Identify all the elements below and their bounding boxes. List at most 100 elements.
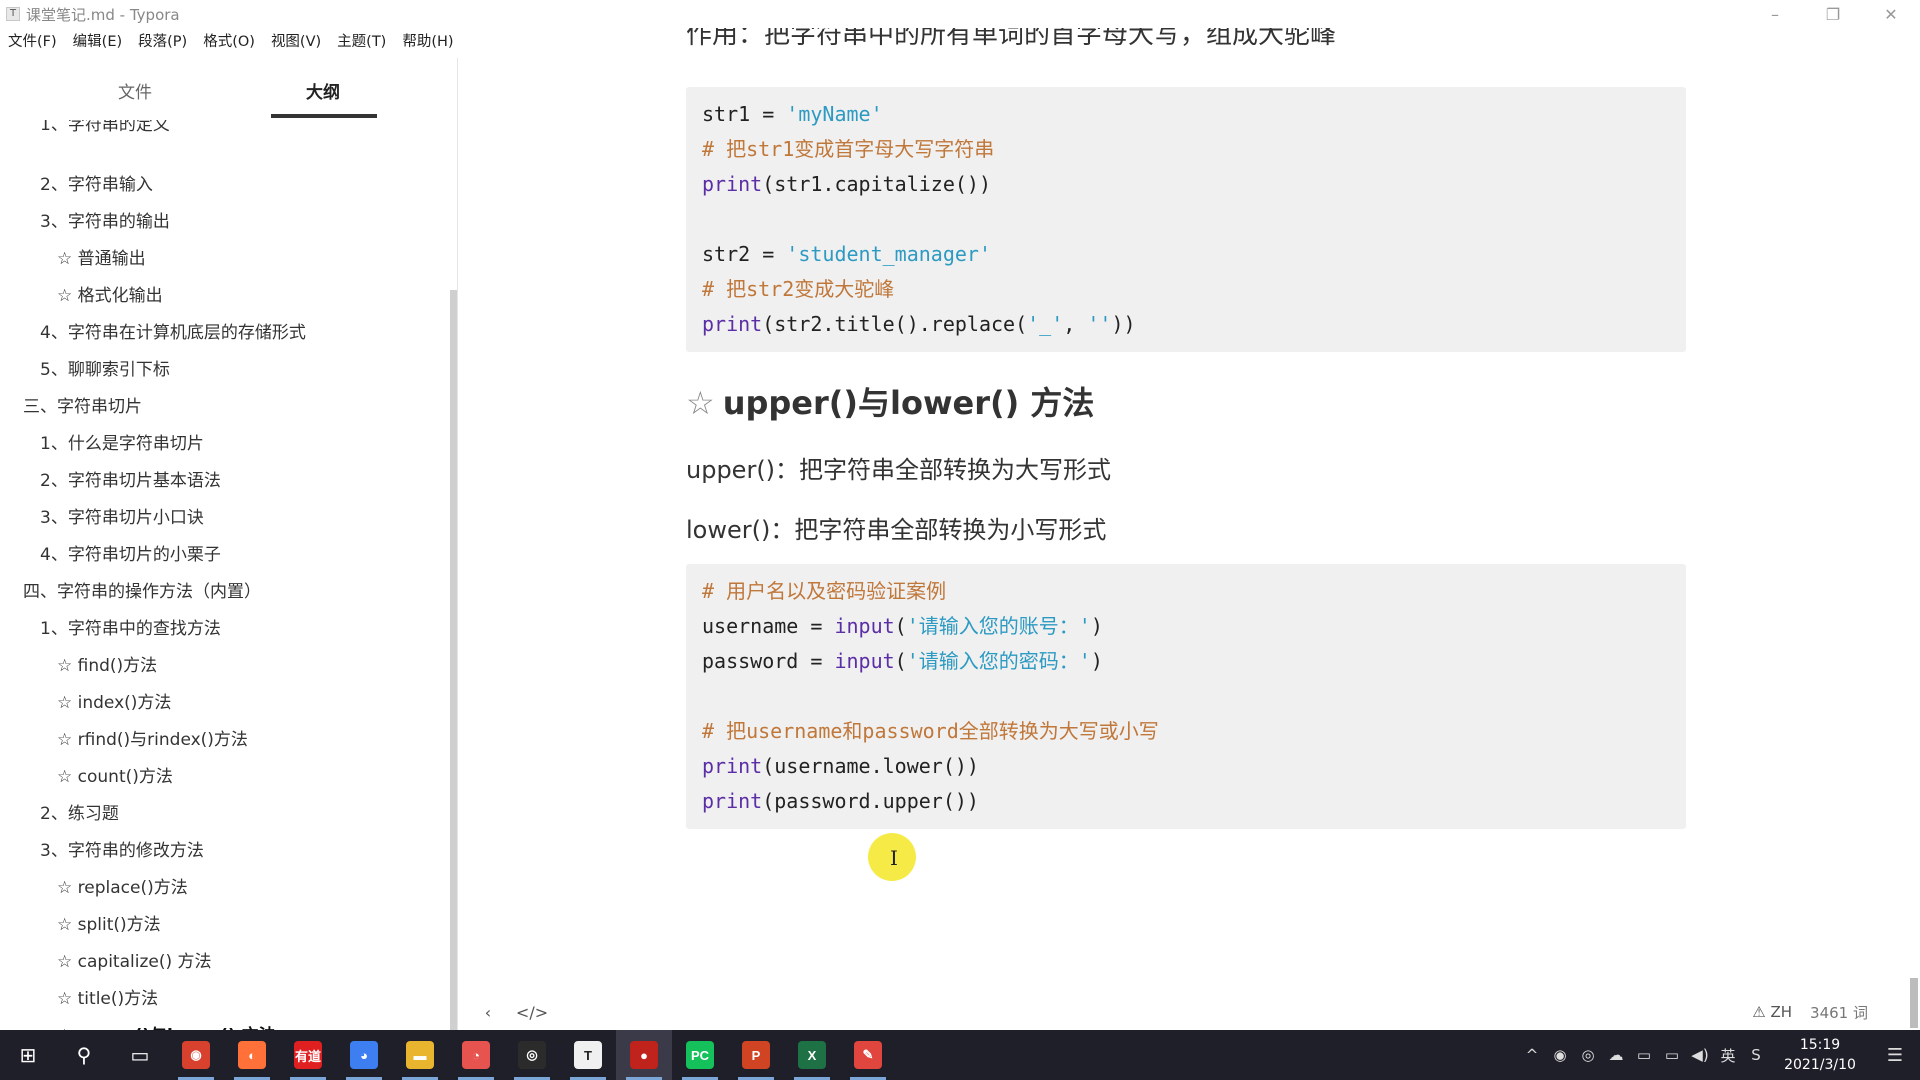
outline-item[interactable]: ☆ capitalize() 方法 [57, 947, 212, 972]
outline-item[interactable]: ☆ title()方法 [57, 984, 158, 1009]
taskbar-app-notes-button[interactable]: ✎ [840, 1030, 896, 1080]
outline-item[interactable]: 1、字符串中的查找方法 [40, 614, 221, 639]
window-title: 课堂笔记.md - Typora [26, 5, 180, 24]
tray-icon[interactable]: S [1742, 1030, 1770, 1080]
source-code-mode-button[interactable]: </> [516, 996, 548, 1028]
code-token: password = [702, 649, 835, 673]
taskbar-firefox-button[interactable]: ◐ [224, 1030, 280, 1080]
menu-bar: 文件(F) 编辑(E) 段落(P) 格式(O) 视图(V) 主题(T) 帮助(H… [0, 30, 462, 54]
star-icon: ☆ [686, 384, 715, 422]
outline-item[interactable]: ☆ index()方法 [57, 688, 171, 713]
taskbar-explorer-button[interactable]: ▬ [392, 1030, 448, 1080]
sidebar-scrollbar[interactable] [450, 290, 457, 1030]
taskbar-powerpoint-button[interactable]: P [728, 1030, 784, 1080]
tray-icon[interactable]: ▭ [1630, 1030, 1658, 1080]
taskbar-app-red-button[interactable]: ◔ [448, 1030, 504, 1080]
editor-content[interactable]: 作用：把字符串中的所有单词的首字母大写，组成大驼峰 str1 = 'myName… [460, 28, 1920, 1030]
taskbar-search-button[interactable]: ⚲ [56, 1030, 112, 1080]
outline-item[interactable]: 2、练习题 [40, 799, 119, 824]
code-line: str1 = 'myName' [702, 97, 1670, 132]
title-bar: T 课堂笔记.md - Typora – ❐ ✕ [0, 0, 1920, 28]
taskbar-chrome-button[interactable]: ◉ [168, 1030, 224, 1080]
browser-icon: ◕ [350, 1041, 378, 1069]
menu-file[interactable]: 文件(F) [0, 30, 65, 54]
tray-icon[interactable]: ▭ [1658, 1030, 1686, 1080]
outline-item[interactable]: 3、字符串的输出 [40, 207, 170, 232]
code-line: # 把username和password全部转换为大写或小写 [702, 714, 1670, 749]
outline-item[interactable]: ☆ 格式化输出 [57, 281, 163, 306]
typora-app-icon: T [6, 7, 20, 21]
app-notes-icon: ✎ [854, 1041, 882, 1069]
taskbar-obs-button[interactable]: ◎ [504, 1030, 560, 1080]
outline-item[interactable]: ☆ find()方法 [57, 651, 157, 676]
outline-item[interactable]: ☆ count()方法 [57, 762, 173, 787]
outline-item[interactable]: 四、字符串的操作方法（内置） [23, 577, 261, 602]
outline-item[interactable]: 4、字符串切片的小栗子 [40, 540, 221, 565]
outline-item[interactable]: 1、什么是字符串切片 [40, 429, 204, 454]
taskbar-recorder-button[interactable]: ● [616, 1030, 672, 1080]
menu-format[interactable]: 格式(O) [195, 30, 263, 54]
notification-icon[interactable]: ☰ [1870, 1045, 1920, 1066]
outline-item[interactable]: ☆ 普通输出 [57, 244, 146, 269]
tray-icon[interactable]: 英 [1714, 1030, 1742, 1080]
outline-item[interactable]: 3、字符串的修改方法 [40, 836, 204, 861]
code-token: input [834, 614, 895, 638]
tray-icon[interactable]: ☁ [1602, 1030, 1630, 1080]
restore-button[interactable]: ❐ [1804, 0, 1862, 28]
outline-item[interactable]: 5、聊聊索引下标 [40, 355, 170, 380]
tray-icon[interactable]: ◉ [1546, 1030, 1574, 1080]
tray-icon[interactable]: ◎ [1574, 1030, 1602, 1080]
tray-icon[interactable]: ^ [1518, 1030, 1546, 1080]
menu-theme[interactable]: 主题(T) [329, 30, 394, 54]
outline-item[interactable]: ☆ replace()方法 [57, 873, 188, 898]
sidebar: 文件 大纲 1、字符串的定义 2、字符串输入 3、字符串的输出 ☆ 普通输出 ☆ 格式… [0, 58, 458, 1030]
code-token: )) [1111, 312, 1136, 336]
outline-item[interactable]: 4、字符串在计算机底层的存储形式 [40, 318, 306, 343]
taskbar-typora-button[interactable]: T [560, 1030, 616, 1080]
taskbar-browser-button[interactable]: ◕ [336, 1030, 392, 1080]
outline-item-active[interactable]: ☆ upper()与lower() 方法 [57, 1021, 276, 1030]
section-heading-text: upper()与lower() 方法 [722, 384, 1095, 422]
close-button[interactable]: ✕ [1862, 0, 1920, 28]
code-token: ( [894, 614, 907, 638]
spellcheck-language[interactable]: ⚠ ZH [1752, 1003, 1792, 1021]
powerpoint-icon: P [742, 1041, 770, 1069]
menu-paragraph[interactable]: 段落(P) [130, 30, 195, 54]
outline-item[interactable]: 2、字符串输入 [40, 170, 153, 195]
outline-item[interactable]: 三、字符串切片 [23, 392, 142, 417]
outline-item-partial-label: 1、字符串的定义 [40, 120, 170, 134]
editor-scrollbar[interactable] [1910, 978, 1918, 1028]
chrome-icon: ◉ [182, 1041, 210, 1069]
tab-files[interactable]: 文件 [118, 78, 152, 103]
outline-item[interactable]: ☆ rfind()与rindex()方法 [57, 725, 248, 750]
taskbar-pycharm-button[interactable]: PC [672, 1030, 728, 1080]
code-token: str2 = [702, 242, 787, 266]
menu-view[interactable]: 视图(V) [263, 30, 329, 54]
word-count[interactable]: 3461 词 [1810, 1002, 1868, 1023]
tray-icon[interactable]: ◀) [1686, 1030, 1714, 1080]
typora-icon: T [574, 1041, 602, 1069]
outline-item[interactable]: 3、字符串切片小口诀 [40, 503, 204, 528]
code-token: print [702, 789, 763, 813]
menu-edit[interactable]: 编辑(E) [65, 30, 130, 54]
code-token: # 把str1变成首字母大写字符串 [702, 137, 995, 161]
taskbar-excel-button[interactable]: X [784, 1030, 840, 1080]
menu-help[interactable]: 帮助(H) [394, 30, 461, 54]
outline-item-partial[interactable]: 1、字符串的定义 [40, 120, 170, 134]
code-block-capitalize-title[interactable]: str1 = 'myName' # 把str1变成首字母大写字符串 print(st… [686, 87, 1686, 352]
tab-outline[interactable]: 大纲 [306, 78, 340, 103]
taskbar-task-view-button[interactable]: ▭ [112, 1030, 168, 1080]
outline-item[interactable]: ☆ split()方法 [57, 910, 161, 935]
clock[interactable]: 15:19 2021/3/10 [1770, 1035, 1870, 1075]
code-token: # 把username和password全部转换为大写或小写 [702, 719, 1159, 743]
code-token: (username.lower()) [762, 754, 979, 778]
taskbar-start-button[interactable]: ⊞ [0, 1030, 56, 1080]
code-block-upper-lower[interactable]: # 用户名以及密码验证案例 username = input('请输入您的账号：'… [686, 564, 1686, 829]
taskbar-youdao-button[interactable]: 有道 [280, 1030, 336, 1080]
window-controls: – ❐ ✕ [1746, 0, 1920, 28]
toggle-sidebar-button[interactable]: ‹ [472, 996, 504, 1028]
minimize-button[interactable]: – [1746, 0, 1804, 28]
code-token: 'myName' [786, 102, 883, 126]
outline-item[interactable]: 2、字符串切片基本语法 [40, 466, 221, 491]
code-token: , [1063, 312, 1088, 336]
